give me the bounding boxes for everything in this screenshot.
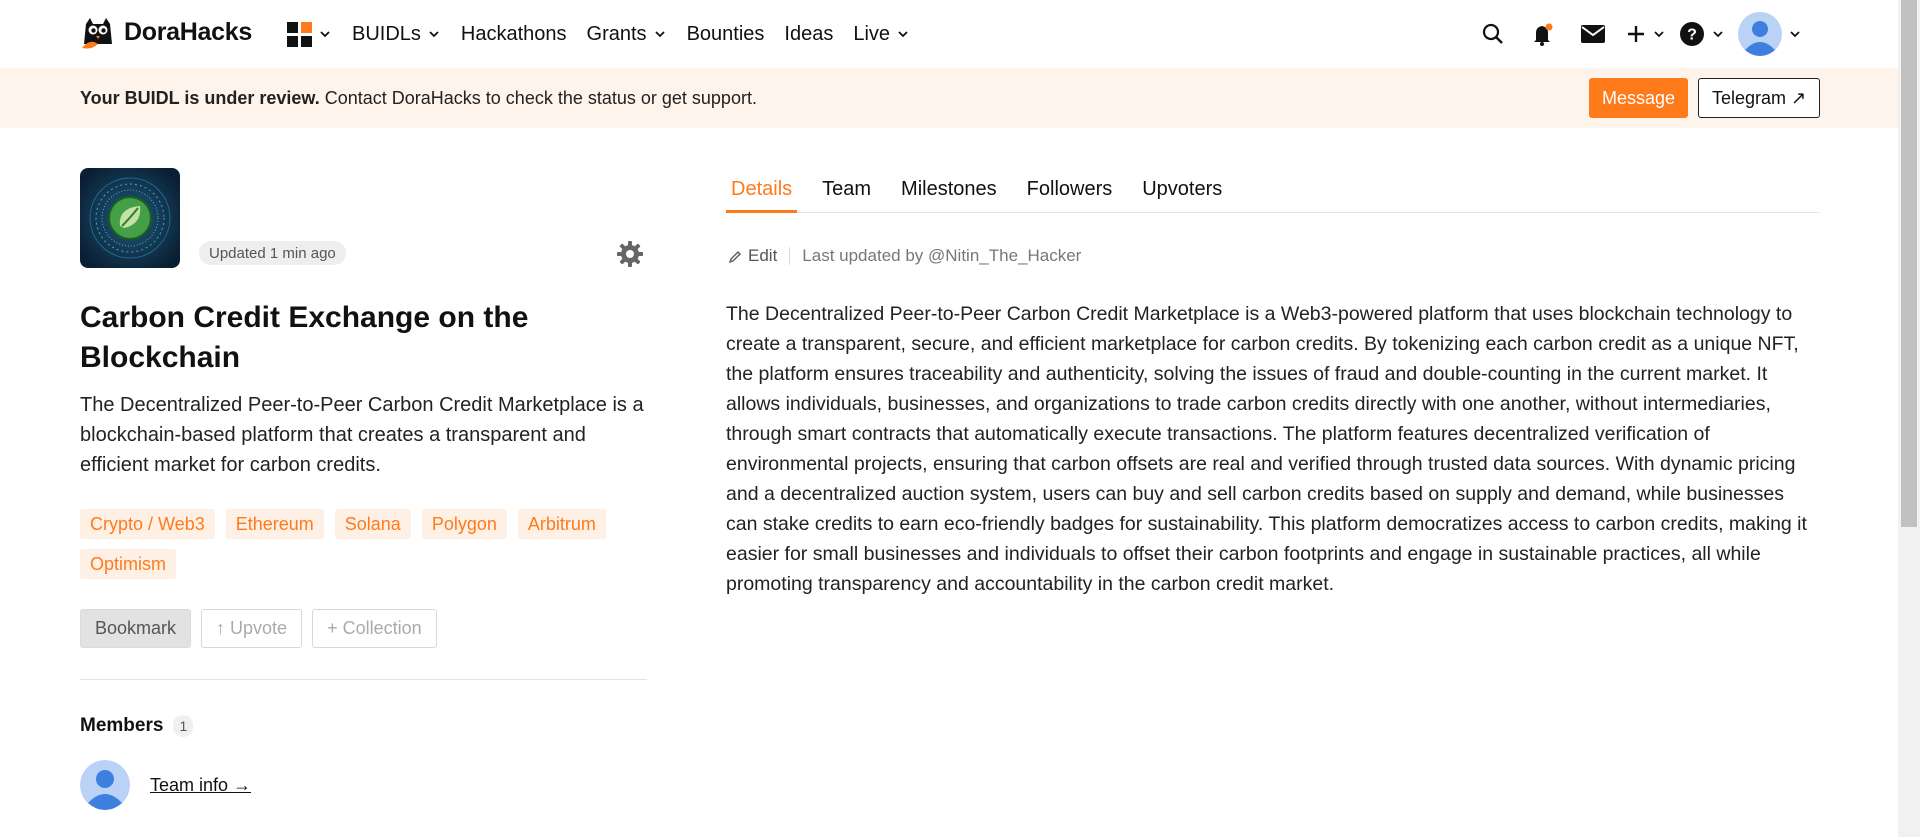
project-tags: Crypto / Web3 Ethereum Solana Polygon Ar… [80,509,650,579]
chevron-down-icon [1790,31,1800,38]
tab-followers[interactable]: Followers [1022,178,1118,213]
members-title: Members [80,715,164,736]
apps-menu-button[interactable] [287,21,332,47]
details-body: The Decentralized Peer-to-Peer Carbon Cr… [726,303,1807,595]
bookmark-button[interactable]: Bookmark [80,609,192,648]
last-updated-text: Last updated by @Nitin_The_Hacker [802,246,1082,265]
project-description: The Decentralized Peer-to-Peer Carbon Cr… [80,394,644,476]
updated-badge: Updated 1 min ago [199,241,346,265]
brand-name: DoraHacks [124,17,252,46]
banner-bold-text: Your BUIDL is under review. [80,88,320,108]
pencil-icon [728,250,742,263]
team-info-link[interactable]: Team info → [150,775,251,796]
help-icon: ? [1680,22,1704,46]
tag[interactable]: Arbitrum [517,509,606,539]
apps-grid-icon [287,21,312,47]
edit-label: Edit [748,246,778,265]
members-count-badge: 1 [173,715,194,737]
dorahacks-owl-icon [80,14,116,50]
separator [789,247,791,265]
chevron-down-icon [898,31,908,38]
notifications-button[interactable] [1518,12,1568,56]
edit-row: Edit Last updated by @Nitin_The_Hacker [728,246,1081,266]
chevron-down-icon [1713,31,1723,38]
nav-buidls[interactable]: BUIDLs [352,23,441,46]
banner-rest-text: Contact DoraHacks to check the status or… [319,88,757,108]
mail-icon [1581,25,1605,43]
gear-icon [617,241,643,267]
settings-button[interactable] [616,240,644,268]
tab-upvoters[interactable]: Upvoters [1137,178,1227,213]
chevron-down-icon [654,31,665,38]
tag[interactable]: Crypto / Web3 [80,509,215,539]
scrollbar-thumb[interactable] [1901,0,1917,527]
svg-text:?: ? [1687,27,1697,44]
create-menu-button[interactable] [1618,12,1674,56]
search-button[interactable] [1468,12,1518,56]
nav-ideas-label: Ideas [784,22,834,45]
edit-button[interactable]: Edit [728,246,777,266]
nav-bounties[interactable]: Bounties [687,23,765,46]
section-divider [80,679,647,680]
search-icon [1482,23,1503,44]
upvote-button[interactable]: ↑ Upvote [201,609,303,648]
chevron-down-icon [320,31,330,38]
member-avatar[interactable] [80,760,130,810]
tag[interactable]: Solana [334,509,411,539]
nav-ideas[interactable]: Ideas [784,23,833,46]
plus-icon [1628,26,1644,42]
help-menu-button[interactable]: ? [1674,12,1730,56]
brand-logo[interactable]: DoraHacks [80,14,252,50]
nav-grants[interactable]: Grants [587,23,667,46]
project-title: Carbon Credit Exchange on the Blockchain [80,301,529,374]
tag[interactable]: Ethereum [225,509,324,539]
tab-details[interactable]: Details [726,178,798,213]
user-avatar [80,760,130,810]
nav-live[interactable]: Live [853,23,910,46]
user-menu-button[interactable] [1738,12,1802,56]
project-actions: Bookmark ↑ Upvote + Collection [80,609,437,648]
nav-live-label: Live [853,22,891,45]
tag[interactable]: Polygon [421,509,507,539]
nav-hackathons-label: Hackathons [460,22,567,45]
add-to-collection-button[interactable]: + Collection [312,609,437,648]
notification-bell-icon [1534,23,1553,46]
nav-grants-label: Grants [586,22,647,45]
tab-milestones[interactable]: Milestones [896,178,1002,213]
nav-bounties-label: Bounties [686,22,765,45]
user-avatar [1738,12,1782,56]
members-header: Members 1 [80,715,194,737]
top-navigation: DoraHacks BUIDLs Hackathons Grants Bount… [0,0,1898,68]
telegram-button[interactable]: Telegram ↗ [1698,78,1820,118]
message-button[interactable]: Message [1589,78,1688,118]
tag[interactable]: Optimism [80,549,176,579]
tab-team[interactable]: Team [817,178,876,213]
project-tabs: Details Team Milestones Followers Upvote… [726,178,1820,213]
chevron-down-icon [1654,31,1664,38]
nav-hackathons[interactable]: Hackathons [461,23,567,46]
member-row: Team info → [80,760,251,810]
chevron-down-icon [429,31,439,38]
project-logo [80,168,180,268]
page-scrollbar[interactable] [1898,0,1920,837]
nav-buidls-label: BUIDLs [352,22,421,45]
banner-message: Your BUIDL is under review. Contact Dora… [80,88,757,109]
messages-button[interactable] [1568,12,1618,56]
